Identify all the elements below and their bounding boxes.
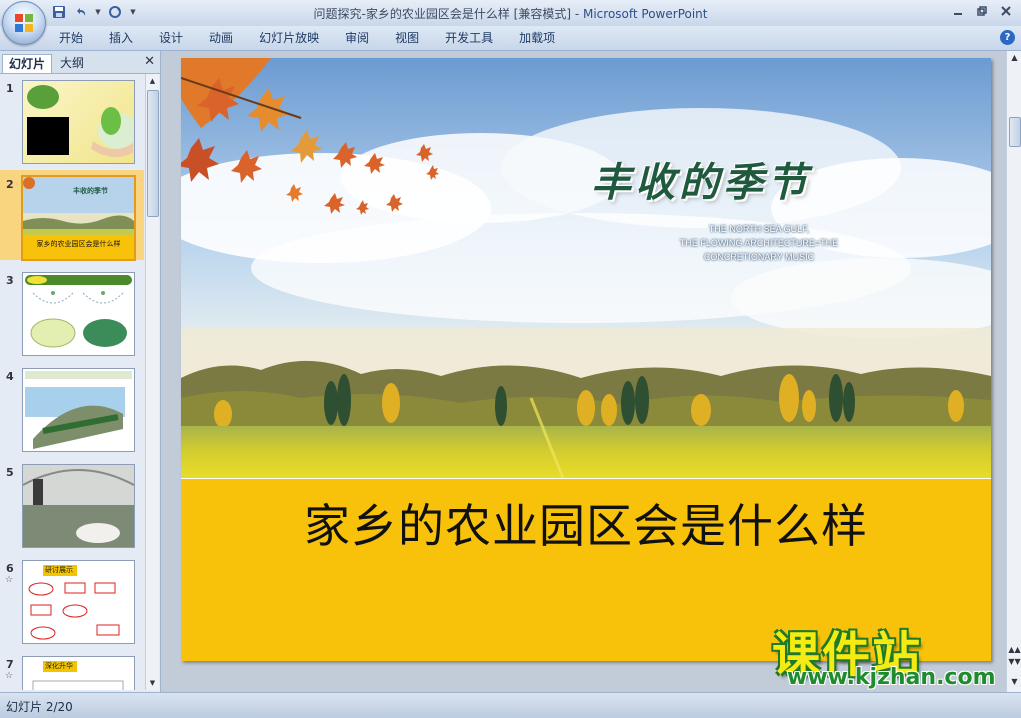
current-slide[interactable]: 丰收的季节 THE NORTH SEA GULF, THE FLOWING AR… — [181, 58, 991, 661]
slide-editing-area: 丰收的季节 THE NORTH SEA GULF, THE FLOWING AR… — [161, 51, 1006, 692]
tab-view[interactable]: 视图 — [382, 30, 432, 46]
next-slide-icon[interactable]: ▼▼ — [1007, 657, 1021, 666]
thumbnail-slide-1[interactable] — [22, 80, 135, 164]
minimize-button[interactable] — [947, 2, 969, 20]
tab-slideshow[interactable]: 幻灯片放映 — [246, 30, 332, 46]
tab-addins[interactable]: 加载项 — [506, 30, 568, 46]
tab-home[interactable]: 开始 — [46, 30, 96, 46]
thumbnail-number: 2 — [6, 178, 14, 191]
thumbnail-scrollbar[interactable]: ▲ ▼ — [145, 74, 159, 690]
office-logo-icon — [15, 14, 33, 32]
tab-insert[interactable]: 插入 — [96, 30, 146, 46]
animation-star-icon: ☆ — [5, 671, 14, 681]
thumbnail-slide-5[interactable] — [22, 464, 135, 548]
document-name: 问题探究-家乡的农业园区会是什么样 [兼容模式] - — [313, 7, 583, 21]
slides-pane: 幻灯片 大纲 ✕ 1 2 丰收的季节 家乡的农业园区会是什么样 3 4 5 6 … — [0, 51, 161, 692]
restore-button[interactable] — [971, 2, 993, 20]
slide-scrollbar[interactable]: ▲ ▲▲ ▼▼ ▼ — [1006, 51, 1021, 692]
slide-subtitle[interactable]: THE NORTH SEA GULF, THE FLOWING ARCHITEC… — [639, 222, 879, 264]
thumbnail-label: 研讨展示 — [45, 566, 73, 574]
slide-counter: 幻灯片 2/20 — [6, 700, 73, 714]
thumbnail-slide-7[interactable]: 深化升华 — [22, 656, 135, 690]
thumbnail-item[interactable]: 4 — [0, 362, 144, 452]
thumbnail-item[interactable]: 7 ☆ 深化升华 — [0, 650, 144, 690]
tab-animations[interactable]: 动画 — [196, 30, 246, 46]
thumbnail-item[interactable]: 3 — [0, 266, 144, 356]
subtitle-line: THE FLOWING ARCHITECTURE=THE — [679, 238, 839, 248]
thumbnail-number: 4 — [6, 370, 14, 383]
thumbnail-item[interactable]: 6 ☆ 研讨展示 — [0, 554, 144, 644]
subtitle-line: CONCRETIONARY MUSIC — [703, 252, 815, 262]
thumbnail-slide-2[interactable]: 丰收的季节 家乡的农业园区会是什么样 — [21, 175, 136, 261]
thumbnail-slide-3[interactable] — [22, 272, 135, 356]
subtitle-line: THE NORTH SEA GULF, — [708, 224, 810, 234]
thumbnail-item-selected[interactable]: 2 丰收的季节 家乡的农业园区会是什么样 — [0, 170, 144, 261]
thumbnail-caption: 家乡的农业园区会是什么样 — [36, 240, 121, 248]
close-button[interactable] — [995, 2, 1017, 20]
status-bar: 幻灯片 2/20 — [0, 692, 1021, 718]
tab-outline[interactable]: 大纲 — [54, 54, 90, 72]
slide-main-title[interactable]: 家乡的农业园区会是什么样 — [181, 490, 991, 556]
office-button[interactable] — [2, 1, 46, 45]
window-title: 问题探究-家乡的农业园区会是什么样 [兼容模式] - Microsoft Pow… — [0, 5, 1021, 22]
slide-title-art[interactable]: 丰收的季节 — [591, 150, 811, 208]
scrollbar-thumb[interactable] — [1009, 117, 1021, 147]
tab-developer[interactable]: 开发工具 — [432, 30, 506, 46]
thumbnail-number: 3 — [6, 274, 14, 287]
previous-slide-icon[interactable]: ▲▲ — [1007, 645, 1021, 654]
thumbnail-item[interactable]: 5 — [0, 458, 144, 548]
app-name: Microsoft PowerPoint — [582, 7, 708, 21]
thumbnail-number: 1 — [6, 82, 14, 95]
watermark-url: www.kjzhan.com — [787, 665, 996, 690]
animation-star-icon: ☆ — [5, 575, 14, 585]
thumbnail-list: 1 2 丰收的季节 家乡的农业园区会是什么样 3 4 5 6 ☆ 研讨展示 7 … — [0, 74, 144, 690]
slide-background-landscape — [181, 58, 991, 478]
thumbnail-slide-6[interactable]: 研讨展示 — [22, 560, 135, 644]
thumbnail-number: 6 — [6, 562, 14, 575]
thumbnail-label: 深化升华 — [45, 662, 73, 670]
thumbnail-title-art: 丰收的季节 — [73, 187, 108, 195]
thumbnail-slide-4[interactable] — [22, 368, 135, 452]
tab-slides[interactable]: 幻灯片 — [2, 54, 53, 73]
thumbnail-number: 7 — [6, 658, 14, 671]
scroll-down-icon[interactable]: ▼ — [1007, 677, 1021, 686]
thumbnail-item[interactable]: 1 — [0, 74, 144, 164]
scrollbar-thumb[interactable] — [147, 90, 159, 217]
thumbnail-number: 5 — [6, 466, 14, 479]
help-icon[interactable]: ? — [1000, 30, 1015, 45]
tab-review[interactable]: 审阅 — [332, 30, 382, 46]
title-bar: ▼ ▼ 问题探究-家乡的农业园区会是什么样 [兼容模式] - Microsoft… — [0, 0, 1021, 27]
scroll-up-icon[interactable]: ▲ — [1007, 53, 1021, 62]
scroll-down-icon[interactable]: ▼ — [146, 676, 159, 690]
close-pane-icon[interactable]: ✕ — [144, 54, 155, 69]
ribbon: 开始 插入 设计 动画 幻灯片放映 审阅 视图 开发工具 加载项 ? — [0, 26, 1021, 51]
tab-design[interactable]: 设计 — [146, 30, 196, 46]
scroll-up-icon[interactable]: ▲ — [146, 74, 159, 88]
